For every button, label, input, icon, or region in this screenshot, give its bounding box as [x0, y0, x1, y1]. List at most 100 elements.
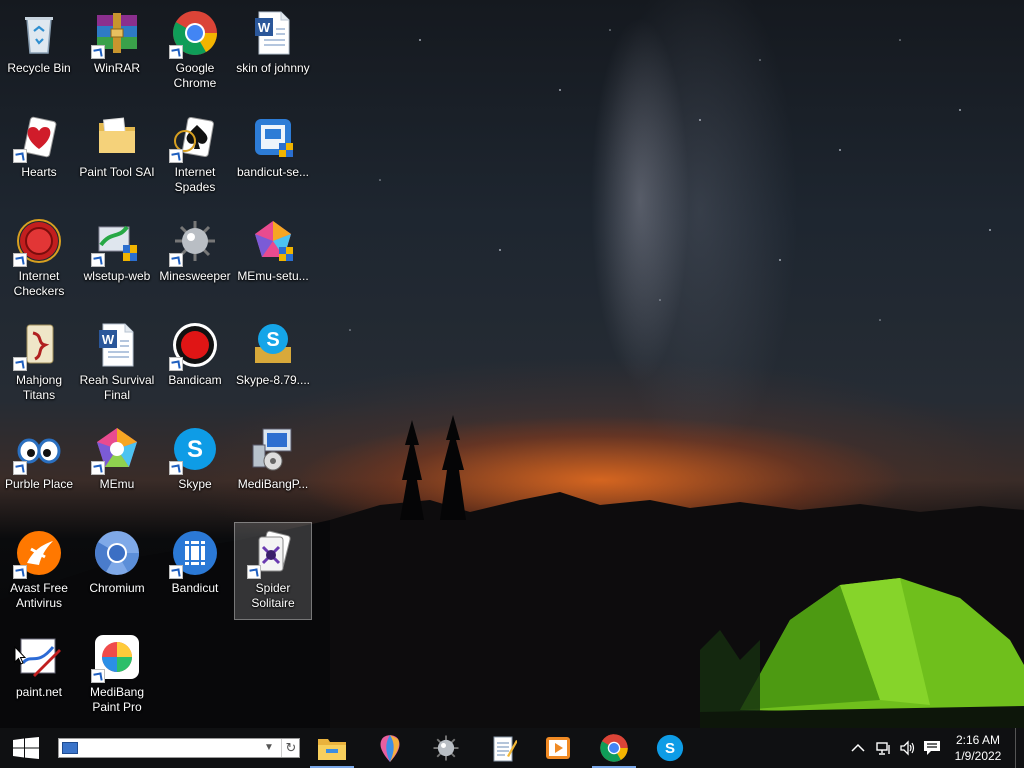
purble-place-icon — [13, 425, 63, 475]
desktop-icon-recycle-bin[interactable]: Recycle Bin — [1, 3, 77, 99]
taskbar-app-paint-3d[interactable] — [366, 728, 414, 768]
desktop-icon-label: Minesweeper — [159, 269, 231, 283]
address-bar-icon — [62, 742, 78, 754]
windows-logo-icon — [13, 737, 39, 759]
address-input[interactable] — [81, 740, 251, 756]
desktop-icon-paint-net[interactable]: paint.net — [1, 627, 77, 723]
shortcut-arrow-icon — [91, 253, 105, 267]
desktop-icon-minesweeper[interactable]: Minesweeper — [157, 211, 233, 307]
shortcut-arrow-icon — [169, 461, 183, 475]
shortcut-arrow-icon — [169, 253, 183, 267]
installer-icon — [249, 113, 297, 161]
desktop-icon-google-chrome[interactable]: Google Chrome — [157, 3, 233, 99]
mahjong-icon — [13, 321, 63, 371]
desktop-icon-skype-setup[interactable]: S Skype-8.79.... — [235, 315, 311, 411]
shortcut-arrow-icon — [91, 45, 105, 59]
desktop-icon-hearts[interactable]: Hearts — [1, 107, 77, 203]
desktop-icon-word-document[interactable]: Wskin of johnny — [235, 3, 311, 99]
taskbar-app-media-player[interactable] — [534, 728, 582, 768]
notification-icon[interactable] — [922, 738, 942, 758]
clock-date: 1/9/2022 — [954, 749, 1002, 763]
desktop-icon-installer[interactable]: bandicut-se... — [235, 107, 311, 203]
desktop-icon-winrar[interactable]: WinRAR — [79, 3, 155, 99]
desktop-icon-medibang[interactable]: MediBang Paint Pro — [79, 627, 155, 723]
desktop-icon-label: Bandicam — [168, 373, 222, 387]
desktop-icon-spider-solitaire[interactable]: Spider Solitaire — [234, 522, 312, 620]
desktop-icon-bandicam[interactable]: Bandicam — [157, 315, 233, 411]
shortcut-arrow-icon — [13, 461, 27, 475]
desktop-icon-mahjong[interactable]: Mahjong Titans — [1, 315, 77, 411]
shortcut-arrow-icon — [13, 253, 27, 267]
taskbar-app-minesweeper[interactable] — [422, 728, 470, 768]
folder-icon — [93, 113, 141, 161]
media-player-icon — [544, 734, 572, 762]
taskbar-app-google-chrome[interactable] — [590, 728, 638, 768]
desktop-icon-chromium[interactable]: Chromium — [79, 523, 155, 619]
svg-text:S: S — [665, 740, 675, 757]
refresh-icon[interactable]: ↻ — [281, 739, 300, 757]
desktop-icon-folder[interactable]: Paint Tool SAI — [79, 107, 155, 203]
desktop-icon-label: Bandicut — [171, 581, 219, 595]
memu-setup-icon — [249, 217, 297, 265]
bandicut-icon — [169, 529, 219, 579]
desktop-icon-medibang-setup[interactable]: MediBangP... — [235, 419, 311, 515]
desktop-icon-wlsetup[interactable]: wlsetup-web — [79, 211, 155, 307]
desktop-icon-label: Hearts — [21, 165, 57, 179]
clock-time: 2:16 AM — [955, 733, 1001, 747]
desktop-icon-label: skin of johnny — [236, 61, 310, 75]
desktop-icon-memu-setup[interactable]: MEmu-setu... — [235, 211, 311, 307]
hearts-icon — [13, 113, 63, 163]
chevron-up-icon[interactable] — [848, 738, 868, 758]
desktop-icon-purble-place[interactable]: Purble Place — [1, 419, 77, 515]
taskbar-app-skype[interactable]: S — [646, 728, 694, 768]
taskbar: ▼ ↻ S 2:16 AM 1/9/2022 — [0, 728, 1024, 768]
desktop-icon-internet-checkers[interactable]: Internet Checkers — [1, 211, 77, 307]
desktop-icon-internet-spades[interactable]: Internet Spades — [157, 107, 233, 203]
desktop-icon-label: MEmu-setu... — [237, 269, 309, 283]
spider-solitaire-icon — [247, 529, 297, 579]
desktop-icon-label: Internet Spades — [174, 165, 216, 194]
volume-icon[interactable] — [898, 738, 918, 758]
taskbar-address-bar[interactable]: ▼ ↻ — [58, 738, 300, 758]
taskbar-app-notepad[interactable] — [480, 728, 528, 768]
system-clock[interactable]: 2:16 AM 1/9/2022 — [948, 732, 1008, 764]
paint-3d-icon — [377, 733, 403, 763]
desktop-icon-avast[interactable]: Avast Free Antivirus — [1, 523, 77, 619]
desktop-icon-bandicut[interactable]: Bandicut — [157, 523, 233, 619]
shortcut-arrow-icon — [91, 461, 105, 475]
desktop-icon-label: Internet Checkers — [13, 269, 65, 298]
desktop-icon-label: Skype — [178, 477, 212, 491]
desktop-icon-label: MediBang Paint Pro — [89, 685, 145, 714]
desktop-icon-label: WinRAR — [93, 61, 140, 75]
start-button[interactable] — [0, 728, 52, 768]
taskbar-app-file-explorer[interactable] — [308, 728, 356, 768]
shortcut-arrow-icon — [13, 565, 27, 579]
desktop-icon-label: paint.net — [15, 685, 63, 699]
wlsetup-icon — [91, 217, 141, 267]
shortcut-arrow-icon — [13, 149, 27, 163]
desktop-icon-memu[interactable]: MEmu — [79, 419, 155, 515]
desktop-icon-label: Google Chrome — [173, 61, 217, 90]
internet-spades-icon — [169, 113, 219, 163]
svg-text:S: S — [266, 329, 279, 351]
desktop-icon-label: Recycle Bin — [7, 61, 71, 75]
desktop-icon-word-document[interactable]: W Reah Survival Final — [79, 315, 155, 411]
desktop-icon-label: Skype-8.79.... — [235, 373, 311, 387]
svg-text:W: W — [258, 20, 271, 35]
shortcut-arrow-icon — [91, 669, 105, 683]
google-chrome-icon — [599, 733, 629, 763]
desktop-icon-label: wlsetup-web — [83, 269, 151, 283]
shortcut-arrow-icon — [247, 565, 261, 579]
desktop-icon-skype[interactable]: S Skype — [157, 419, 233, 515]
desktop-icon-label: Spider Solitaire — [251, 581, 295, 610]
internet-checkers-icon — [13, 217, 63, 267]
winrar-icon — [91, 9, 141, 59]
file-explorer-icon — [317, 735, 347, 761]
shortcut-arrow-icon — [169, 45, 183, 59]
network-icon[interactable] — [874, 738, 894, 758]
chevron-down-icon[interactable]: ▼ — [261, 740, 277, 756]
avast-icon — [13, 529, 63, 579]
desktop-icon-label: MediBangP... — [237, 477, 309, 491]
desktop-icon-label: Chromium — [89, 581, 145, 595]
show-desktop-button[interactable] — [1015, 728, 1024, 768]
